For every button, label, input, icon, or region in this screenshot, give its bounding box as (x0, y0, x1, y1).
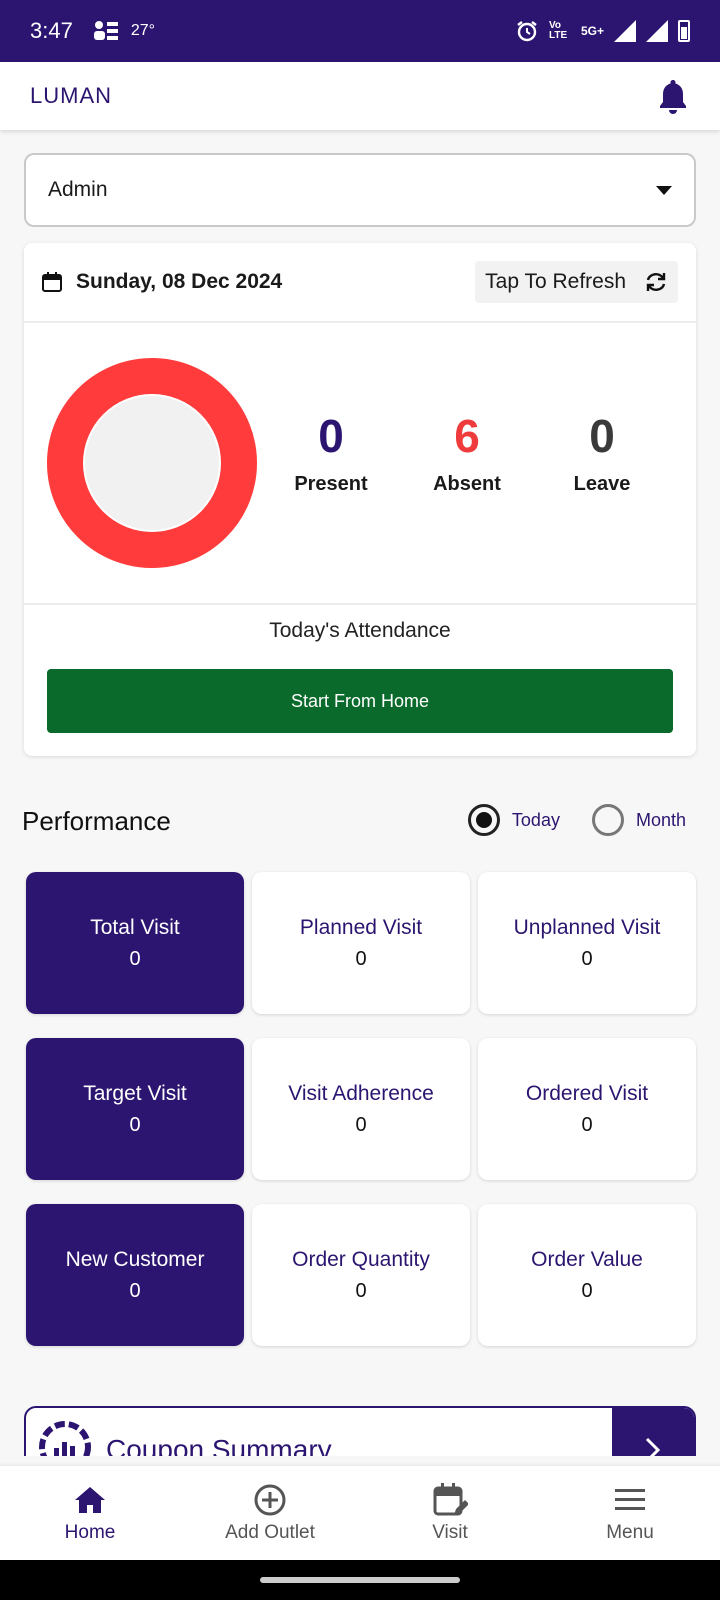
app-header: LUMAN (0, 62, 720, 130)
tile-new-customer[interactable]: New Customer 0 (26, 1204, 244, 1346)
tile-label: Unplanned Visit (513, 915, 661, 939)
menu-icon (615, 1489, 645, 1510)
absent-stat: 6 Absent (412, 413, 522, 496)
refresh-icon (646, 273, 666, 291)
tile-label: Order Quantity (292, 1247, 430, 1271)
performance-period-toggle: Today Month (467, 804, 686, 836)
leave-label: Leave (573, 473, 631, 495)
app-logo: LUMAN (30, 83, 113, 108)
nav-visit-label: Visit (432, 1522, 468, 1543)
radio-today-label: Today (511, 809, 560, 830)
attendance-donut-chart (47, 358, 257, 568)
tile-value: 0 (129, 1113, 141, 1136)
tile-order-value[interactable]: Order Value 0 (478, 1204, 696, 1346)
leave-count: 0 (589, 410, 615, 462)
nav-menu-label: Menu (606, 1522, 654, 1543)
chevron-down-icon (656, 185, 672, 195)
attendance-summary: 0 Present 6 Absent 0 Leave (24, 323, 696, 605)
absent-count: 6 (454, 410, 480, 462)
tile-label: New Customer (65, 1247, 205, 1271)
tile-label: Ordered Visit (525, 1081, 649, 1105)
tile-planned-visit[interactable]: Planned Visit 0 (252, 872, 470, 1014)
attendance-card: Sunday, 08 Dec 2024 Tap To Refresh 0 Pre… (24, 243, 696, 756)
radio-unselected-icon (591, 804, 624, 836)
tile-value: 0 (129, 1279, 141, 1302)
status-temperature: 27° (130, 22, 156, 39)
nav-menu[interactable]: Menu (540, 1466, 720, 1560)
calendar-icon (42, 272, 62, 292)
home-gesture-handle[interactable] (260, 1577, 460, 1583)
network-type: 5G+ (580, 24, 604, 38)
radio-month[interactable]: Month (591, 804, 686, 836)
nav-home[interactable]: Home (0, 1466, 180, 1560)
tile-value: 0 (355, 947, 367, 970)
signal-icon-2 (646, 20, 668, 42)
leave-stat: 0 Leave (547, 413, 657, 496)
system-navigation-bar (0, 1560, 720, 1600)
status-bar: 3:47 27° Vo LTE 5G+ (0, 0, 720, 62)
tile-ordered-visit[interactable]: Ordered Visit 0 (478, 1038, 696, 1180)
role-dropdown-value: Admin (48, 178, 108, 201)
tile-label: Planned Visit (299, 915, 423, 939)
calendar-edit-icon (433, 1483, 468, 1516)
tile-total-visit[interactable]: Total Visit 0 (26, 872, 244, 1014)
tile-value: 0 (581, 1113, 593, 1136)
add-circle-icon (254, 1484, 286, 1516)
bell-icon[interactable] (656, 78, 690, 114)
refresh-button[interactable]: Tap To Refresh (475, 261, 678, 303)
tile-label: Target Visit (83, 1081, 187, 1105)
tile-target-visit[interactable]: Target Visit 0 (26, 1038, 244, 1180)
tile-value: 0 (355, 1113, 367, 1136)
performance-tiles: Total Visit 0 Planned Visit 0 Unplanned … (26, 872, 696, 1346)
alarm-icon (517, 21, 537, 42)
tile-visit-adherence[interactable]: Visit Adherence 0 (252, 1038, 470, 1180)
volte-indicator: Vo LTE (548, 20, 568, 41)
present-stat: 0 Present (276, 413, 386, 496)
tile-order-quantity[interactable]: Order Quantity 0 (252, 1204, 470, 1346)
nav-visit[interactable]: Visit (360, 1466, 540, 1560)
absent-label: Absent (433, 473, 501, 495)
attendance-header: Sunday, 08 Dec 2024 Tap To Refresh (24, 243, 696, 323)
attendance-footer-label: Today's Attendance (269, 619, 451, 642)
attendance-date: Sunday, 08 Dec 2024 (76, 270, 283, 293)
role-dropdown[interactable]: Admin (24, 153, 696, 227)
start-from-home-button[interactable]: Start From Home (47, 669, 673, 733)
battery-icon (678, 20, 690, 42)
tile-label: Visit Adherence (288, 1081, 434, 1105)
tile-value: 0 (581, 947, 593, 970)
home-icon (75, 1487, 105, 1513)
nav-add-outlet[interactable]: Add Outlet (180, 1466, 360, 1560)
present-count: 0 (318, 410, 344, 462)
radio-today[interactable]: Today (467, 804, 560, 836)
tile-label: Order Value (531, 1247, 643, 1271)
tile-unplanned-visit[interactable]: Unplanned Visit 0 (478, 872, 696, 1014)
bottom-navigation: Home Add Outlet Visit Menu (0, 1466, 720, 1560)
tile-value: 0 (355, 1279, 367, 1302)
status-time: 3:47 (30, 18, 73, 43)
nav-home-label: Home (64, 1522, 116, 1543)
radio-month-label: Month (635, 809, 686, 830)
nav-add-outlet-label: Add Outlet (225, 1522, 315, 1543)
present-label: Present (294, 473, 368, 495)
tile-value: 0 (129, 947, 141, 970)
performance-title: Performance (22, 806, 171, 836)
contacts-icon (93, 21, 118, 40)
signal-icon (614, 20, 636, 42)
scroll-clip (0, 1456, 720, 1466)
radio-selected-icon (467, 804, 500, 836)
tile-value: 0 (581, 1279, 593, 1302)
refresh-label: Tap To Refresh (485, 270, 626, 293)
tile-label: Total Visit (90, 915, 180, 939)
